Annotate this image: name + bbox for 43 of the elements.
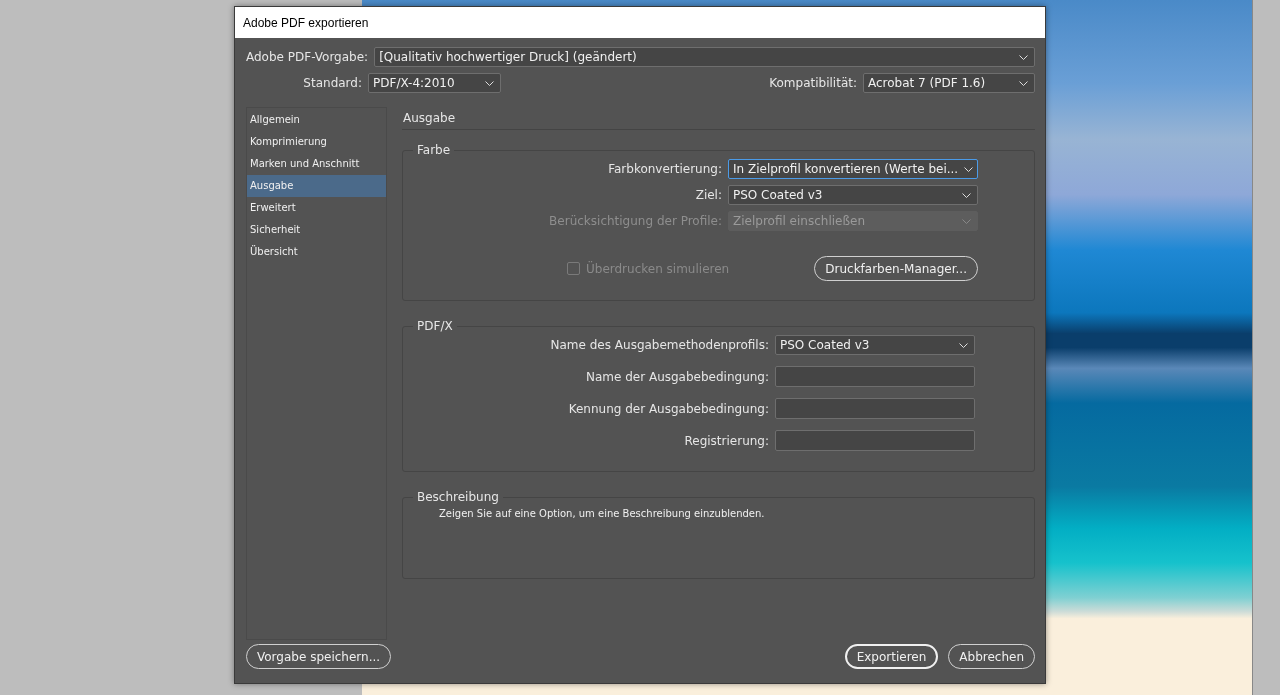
field-label: Name der Ausgabebedingung: bbox=[585, 369, 769, 384]
group-title: Farbe bbox=[416, 143, 452, 157]
ink-manager-button[interactable]: Druckfarben-Manager... bbox=[814, 256, 978, 281]
field-label: Standard: bbox=[302, 76, 362, 90]
window-title: Adobe PDF exportieren bbox=[243, 15, 369, 30]
preset-dropdown[interactable]: [Qualitativ hochwertiger Druck] (geändert) bbox=[374, 47, 1035, 67]
group-title: Beschreibung bbox=[416, 490, 500, 504]
chevron-icon bbox=[485, 80, 494, 86]
chevron-icon bbox=[959, 342, 968, 348]
field-label: Registrierung: bbox=[684, 433, 769, 448]
sidebar-item[interactable]: Allgemein bbox=[247, 109, 386, 131]
sidebar-item[interactable]: Komprimierung bbox=[247, 131, 386, 153]
dropdown[interactable]: In Zielprofil konvertieren (Werte bei... bbox=[728, 159, 978, 179]
sidebar-item[interactable]: Übersicht bbox=[247, 241, 386, 263]
compatibility-dropdown[interactable]: Acrobat 7 (PDF 1.6) bbox=[863, 73, 1035, 93]
save-preset-button[interactable]: Vorgabe speichern... bbox=[246, 644, 392, 669]
description-text: Zeigen Sie auf eine Option, um eine Beschreibung einzublenden. bbox=[438, 507, 766, 519]
chevron-icon bbox=[1019, 54, 1028, 60]
sidebar-item[interactable]: Erweitert bbox=[247, 197, 386, 219]
chevron-icon bbox=[962, 192, 971, 198]
dropdown[interactable]: PSO Coated v3 bbox=[728, 185, 978, 205]
input-field[interactable] bbox=[775, 366, 975, 387]
sidebar-item[interactable]: Marken und Anschnitt bbox=[247, 153, 386, 175]
sidebar-item[interactable]: Ausgabe bbox=[247, 175, 386, 197]
field-label: Name des Ausgabemethodenprofils: bbox=[550, 338, 769, 352]
sidebar-item[interactable]: Sicherheit bbox=[247, 219, 386, 241]
group-title: PDF/X bbox=[416, 319, 454, 333]
standard-dropdown[interactable]: PDF/X-4:2010 bbox=[368, 73, 501, 93]
field-label: Farbkonvertierung: bbox=[608, 162, 722, 176]
dropdown[interactable]: PSO Coated v3 bbox=[775, 335, 975, 355]
section-title: Ausgabe bbox=[402, 107, 1035, 130]
field-label: Kennung der Ausgabebedingung: bbox=[568, 401, 769, 416]
field-label: Berücksichtigung der Profile: bbox=[549, 214, 722, 228]
chevron-icon bbox=[1019, 80, 1028, 86]
field-label: Adobe PDF-Vorgabe: bbox=[246, 50, 369, 64]
field-label: Kompatibilität: bbox=[769, 76, 857, 90]
chevron-icon bbox=[964, 166, 974, 172]
chevron-icon bbox=[962, 218, 971, 224]
field-label: Ziel: bbox=[695, 188, 722, 202]
cancel-button[interactable]: Abbrechen bbox=[948, 644, 1035, 669]
input-field[interactable] bbox=[775, 398, 975, 419]
input-field[interactable] bbox=[775, 430, 975, 451]
export-button[interactable]: Exportieren bbox=[844, 644, 939, 669]
